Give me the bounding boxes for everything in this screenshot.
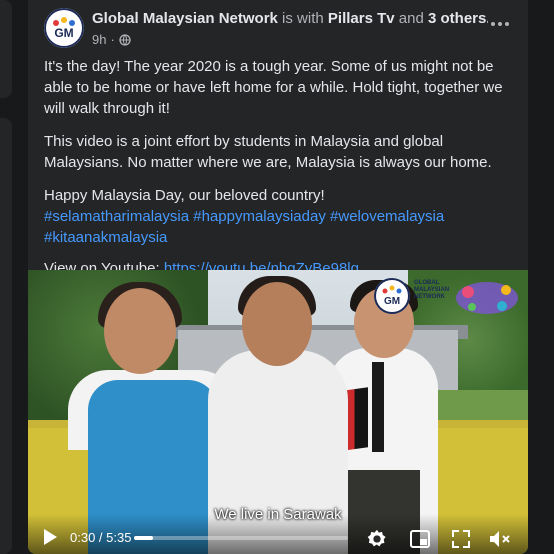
post-paragraph: Happy Malaysia Day, our beloved country!: [44, 187, 325, 204]
svg-text:GM: GM: [384, 296, 400, 307]
project-brand-overlay: [454, 278, 520, 318]
post-header: GM Global Malaysian Network is with Pill…: [28, 0, 528, 56]
page-avatar[interactable]: GM: [44, 8, 84, 48]
tagged-page-link[interactable]: Pillars Tv: [328, 10, 395, 27]
video-time: 0:30 / 5:35: [70, 530, 131, 545]
gear-icon[interactable]: [366, 528, 388, 550]
video-logo-text: GLOBAL MALAYSIAN NETWORK: [414, 280, 450, 300]
student-left-face: [104, 288, 176, 374]
progress-fill: [134, 536, 154, 540]
and-text: and: [394, 10, 428, 27]
meta-separator: ·: [110, 32, 115, 47]
globe-icon[interactable]: [119, 33, 131, 46]
post-paragraph-with-tags: Happy Malaysia Day, our beloved country!…: [44, 185, 516, 248]
hashtag-link[interactable]: #kitaanakmalaysia: [44, 229, 167, 246]
others-link[interactable]: 3 others.: [428, 10, 488, 27]
facebook-post: GM Global Malaysian Network is with Pill…: [28, 0, 528, 554]
gmn-logo-icon: GM: [44, 8, 84, 48]
hashtag-link[interactable]: #happymalaysiaday: [193, 208, 326, 225]
progress-bar[interactable]: [134, 536, 348, 540]
svg-text:GM: GM: [54, 26, 73, 40]
more-options-button[interactable]: [488, 12, 512, 36]
gmn-overlay-logo-icon: GM: [374, 278, 410, 314]
hashtag-link[interactable]: #welovemalaysia: [330, 208, 444, 225]
project-brand-icon: [456, 282, 518, 314]
adjacent-card-bottom: [0, 118, 12, 554]
picture-in-picture-icon[interactable]: [410, 530, 430, 548]
more-options-icon: [491, 22, 509, 26]
post-author-line: Global Malaysian Network is with Pillars…: [92, 10, 488, 27]
hashtag-link[interactable]: #selamatharimalaysia: [44, 208, 189, 225]
video-caption: We live in Sarawak: [214, 506, 342, 523]
adjacent-card-top: [0, 0, 12, 98]
time-separator: /: [95, 530, 107, 545]
play-icon[interactable]: [42, 528, 58, 546]
current-time: 0:30: [70, 530, 96, 545]
post-meta: 9h ·: [92, 32, 131, 47]
post-text: It's the day! The year 2020 is a tough y…: [44, 56, 516, 291]
video-logo-overlay: GM: [374, 278, 410, 314]
student-middle-face: [242, 282, 312, 366]
post-paragraph: It's the day! The year 2020 is a tough y…: [44, 58, 503, 117]
post-time-link[interactable]: 9h: [92, 32, 106, 47]
author-name-link[interactable]: Global Malaysian Network: [92, 10, 278, 27]
mute-icon[interactable]: [488, 529, 512, 549]
with-text: is with: [277, 10, 328, 27]
duration: 5:35: [106, 530, 132, 545]
student-right-tie: [372, 362, 384, 452]
fullscreen-icon[interactable]: [452, 530, 470, 548]
video-player[interactable]: GM GLOBAL MALAYSIAN NETWORK 0:30 / 5:35: [28, 270, 528, 554]
post-paragraph: This video is a joint effort by students…: [44, 133, 492, 171]
